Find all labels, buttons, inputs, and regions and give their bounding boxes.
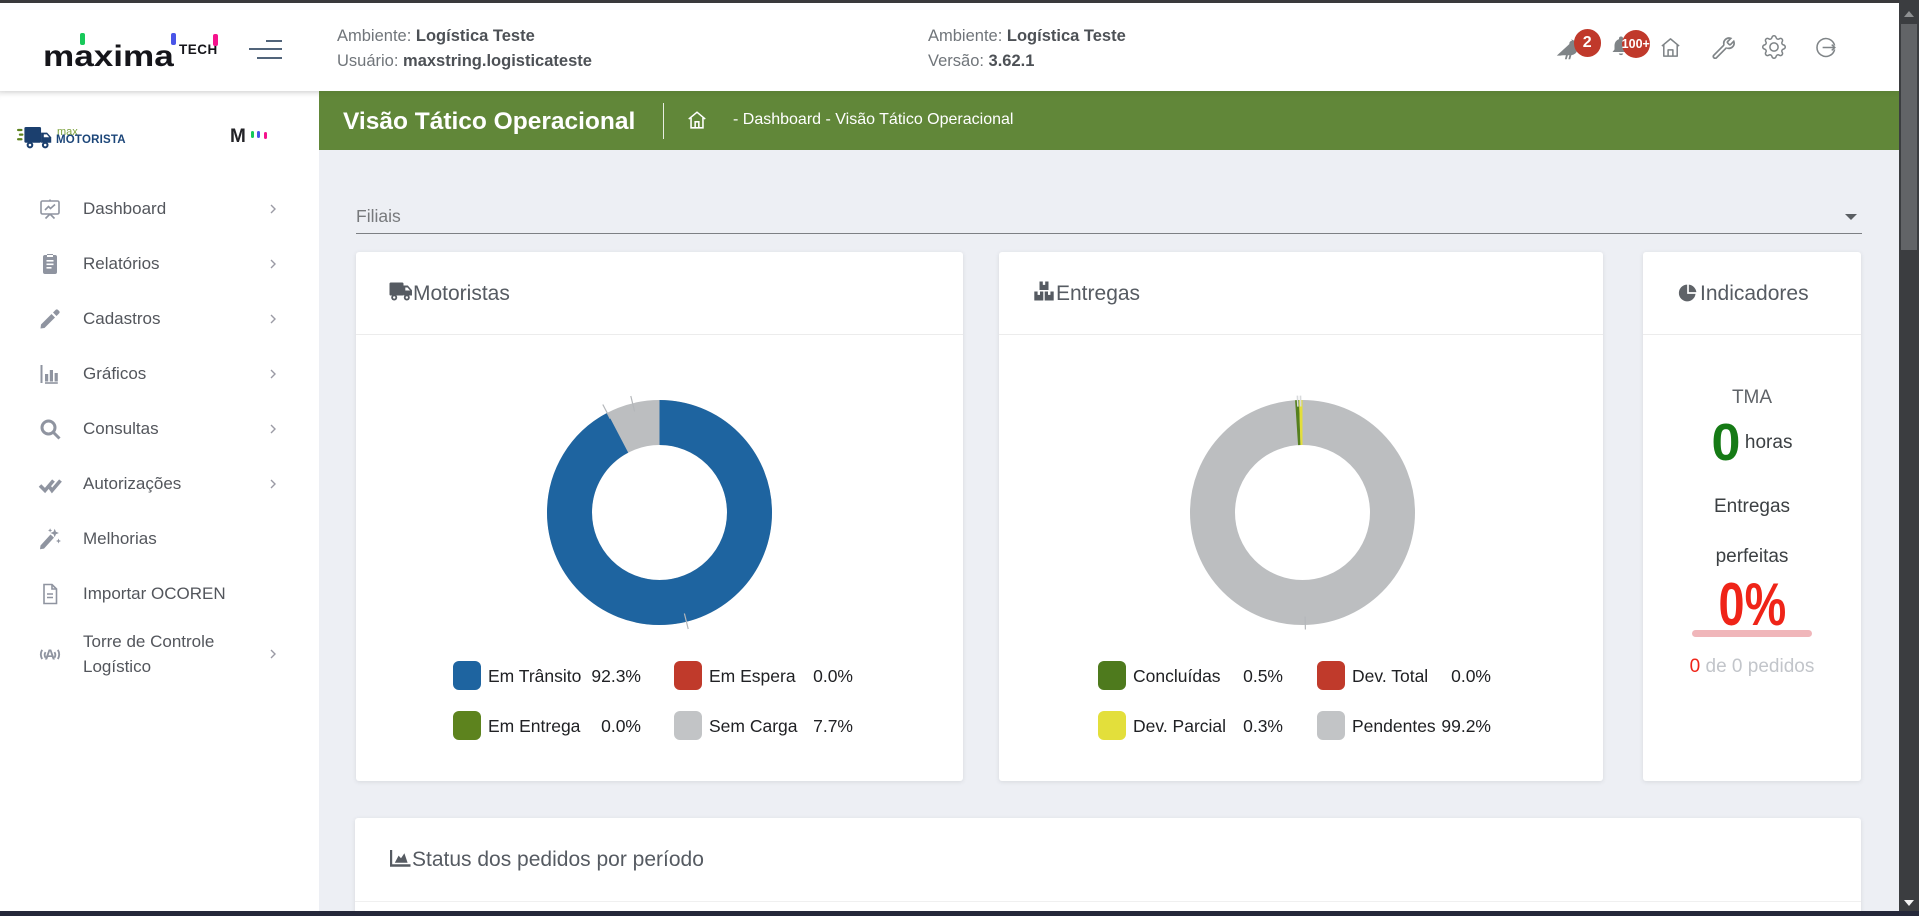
svg-text:A: A [45, 648, 56, 664]
